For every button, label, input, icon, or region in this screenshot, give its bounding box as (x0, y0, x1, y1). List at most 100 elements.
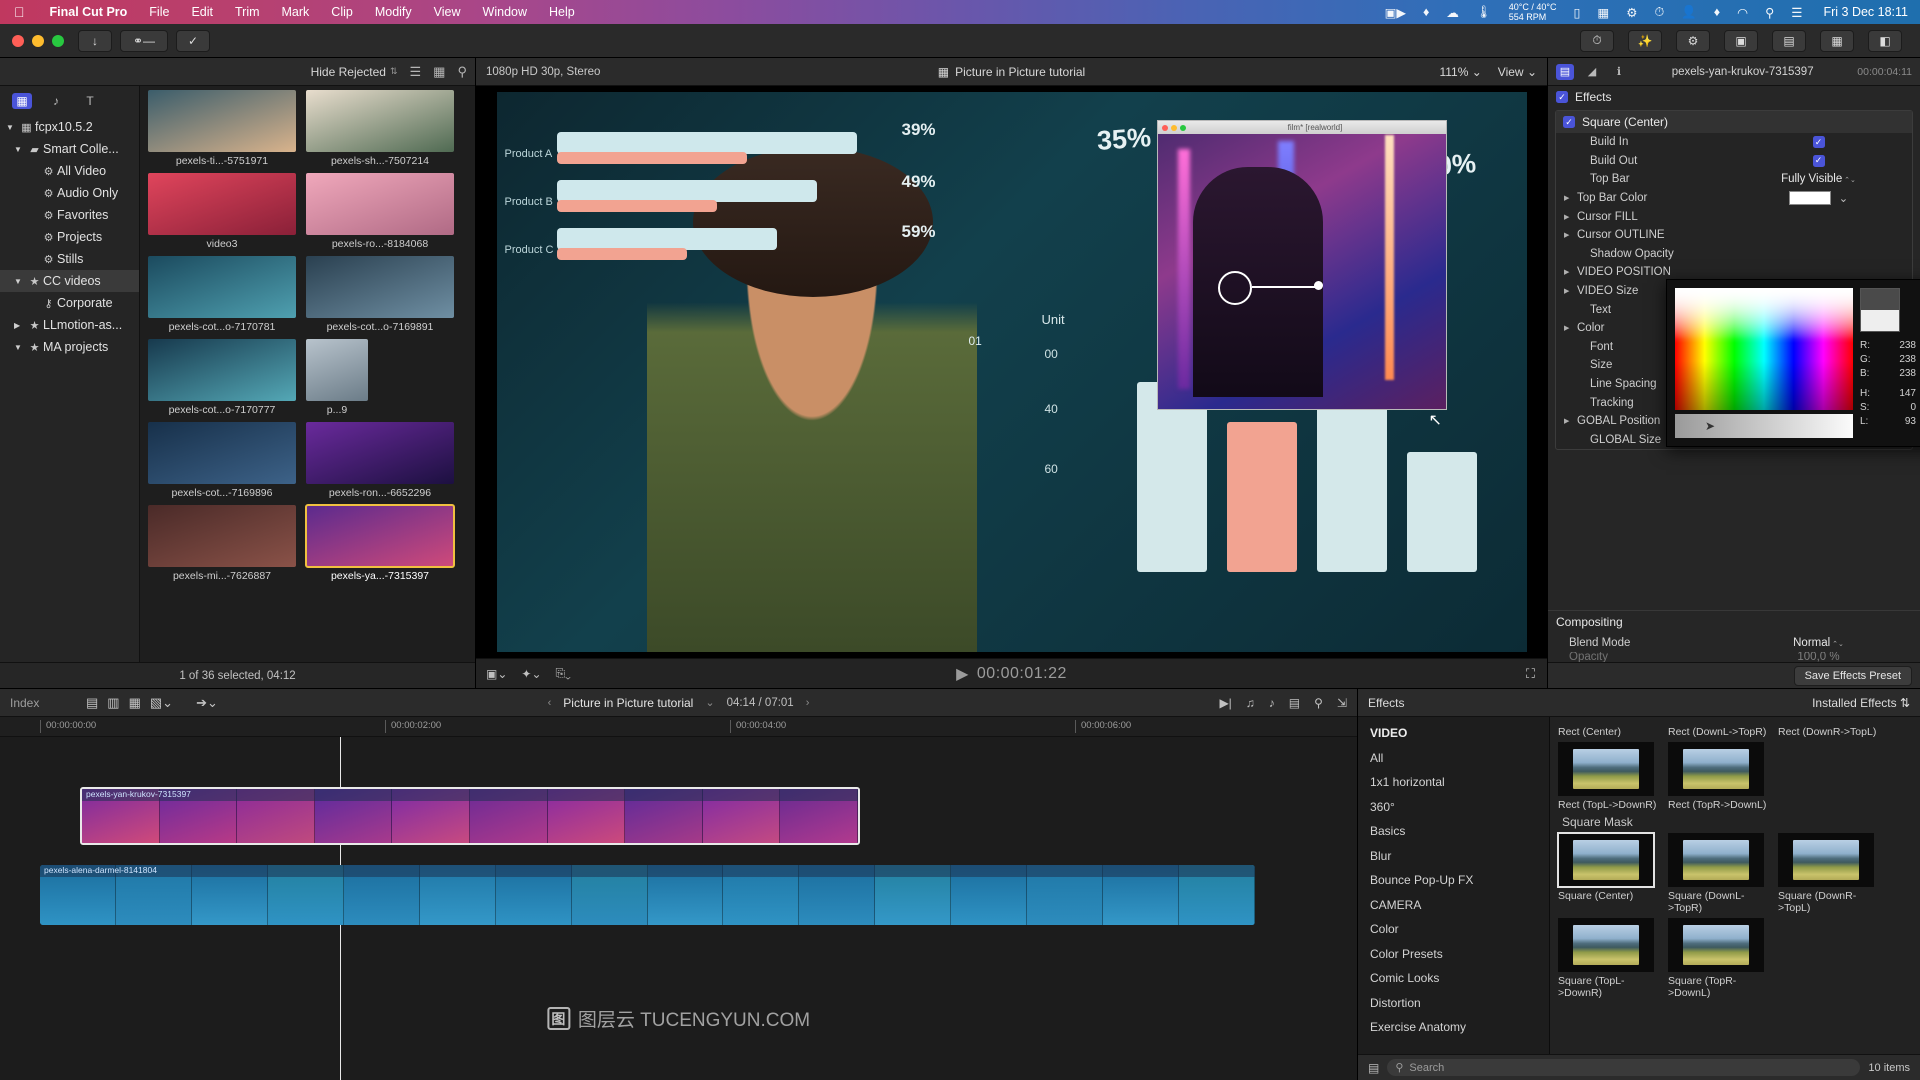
checkbox-build-out[interactable]: ✓ (1813, 155, 1825, 167)
transform-icon[interactable]: ▣⌄ (486, 667, 507, 681)
effect-item[interactable]: Square (DownR->TopL) (1778, 833, 1878, 914)
photos-audio-tab[interactable]: ♪ (46, 93, 66, 109)
clip-thumbnail[interactable] (148, 422, 296, 484)
menu-item-trim[interactable]: Trim (224, 5, 271, 19)
skimming-icon[interactable]: ▶| (1219, 696, 1231, 710)
disclosure-triangle-icon[interactable]: ▼ (14, 277, 26, 286)
param-row-cursor-outline[interactable]: ▶Cursor OUTLINE (1556, 226, 1912, 245)
sidebar-item-stills[interactable]: ⚙Stills (0, 248, 139, 270)
popup-value-top-bar[interactable]: Fully Visible (1781, 173, 1856, 185)
color-inspector-icon[interactable]: ◢ (1583, 64, 1601, 80)
effect-thumbnail[interactable] (1668, 918, 1764, 972)
apple-menu-icon[interactable]:  (0, 5, 39, 19)
screen-record-icon[interactable]: ▣▶ (1385, 5, 1406, 20)
menu-item-view[interactable]: View (423, 5, 472, 19)
sidebar-item-fcpx10-5-2[interactable]: ▼▦fcpx10.5.2 (0, 116, 139, 138)
effects-category-1x1-horizontal[interactable]: 1x1 horizontal (1358, 770, 1549, 795)
libraries-tab[interactable]: ▦ (12, 93, 32, 109)
menu-bar-icon[interactable]: ☰ (1791, 5, 1802, 20)
chevron-updown-icon[interactable]: ⇅ (390, 66, 398, 77)
param-row-build-in[interactable]: Build In✓ (1556, 133, 1912, 152)
viewer-canvas[interactable]: Product A Product B Product C 39% 49% 59… (476, 86, 1547, 658)
effects-category-exercise-anatomy[interactable]: Exercise Anatomy (1358, 1015, 1549, 1040)
hide-rejected-label[interactable]: Hide Rejected (311, 65, 386, 79)
menu-app-name[interactable]: Final Cut Pro (39, 5, 139, 19)
search-icon[interactable]: ⚲ (457, 64, 467, 80)
timeline-canvas[interactable]: pexels-yan-krukov-7315397 (0, 737, 1357, 1080)
browser-clip[interactable]: pexels-ro...-8184068 (306, 173, 454, 250)
effects-category-video[interactable]: VIDEO (1358, 721, 1549, 746)
menu-item-modify[interactable]: Modify (364, 5, 423, 19)
sidebar-item-llmotion-as[interactable]: ▶★LLmotion-as... (0, 314, 139, 336)
keyword-button[interactable]: ⚭— (120, 30, 168, 52)
effects-category-distortion[interactable]: Distortion (1358, 991, 1549, 1016)
sidebar-item-corporate[interactable]: ⚷Corporate (0, 292, 139, 314)
sidebar-item-ma-projects[interactable]: ▼★MA projects (0, 336, 139, 358)
effect-item[interactable]: Square (TopR->DownL) (1668, 918, 1768, 999)
control-center-icon[interactable]: ⚙ (1626, 5, 1637, 20)
effect-thumbnail[interactable] (1778, 833, 1874, 887)
color-picker-popover[interactable]: ➤ R: 238 (1666, 279, 1920, 447)
menu-item-help[interactable]: Help (538, 5, 586, 19)
fullscreen-icon[interactable]: ⛶ (1526, 666, 1535, 682)
browser-clip[interactable]: pexels-ya...-7315397 (306, 505, 454, 582)
audio-skimming-icon[interactable]: ♫ (1246, 696, 1255, 710)
effects-browser-button[interactable]: ▤ (1772, 30, 1806, 52)
timeline-zoom-icon[interactable]: ⚲ (1314, 696, 1323, 710)
sidebar-item-all-video[interactable]: ⚙All Video (0, 160, 139, 182)
enhance-button[interactable]: ✨ (1628, 30, 1662, 52)
color-picker-field[interactable]: ➤ (1675, 288, 1853, 438)
transitions-browser-button[interactable]: ▦ (1820, 30, 1854, 52)
blend-mode-value[interactable]: Normal (1793, 637, 1844, 649)
share-icon[interactable]: ⎘⌄ (556, 666, 571, 681)
sidebar-item-smart-colle[interactable]: ▼▰Smart Colle... (0, 138, 139, 160)
chevron-right-icon[interactable]: › (806, 697, 810, 709)
browser-clip[interactable]: pexels-ti...-5751971 (148, 90, 296, 167)
clip-thumbnail[interactable] (306, 339, 368, 401)
thermometer-icon[interactable]: 🌡 (1476, 5, 1492, 20)
disclosure-triangle-icon[interactable]: ▶ (1564, 324, 1577, 332)
effects-category-color-presets[interactable]: Color Presets (1358, 942, 1549, 967)
search-icon[interactable]: ⚲ (1765, 5, 1774, 20)
effect-thumbnail[interactable] (1668, 742, 1764, 796)
disclosure-triangle-icon[interactable]: ▼ (14, 343, 26, 352)
clip-thumbnail[interactable] (148, 90, 296, 152)
effects-category-bounce-pop-up-fx[interactable]: Bounce Pop-Up FX (1358, 868, 1549, 893)
effect-thumbnail[interactable] (1558, 742, 1654, 796)
browser-clip[interactable]: pexels-mi...-7626887 (148, 505, 296, 582)
menu-item-edit[interactable]: Edit (180, 5, 224, 19)
sidebar-item-favorites[interactable]: ⚙Favorites (0, 204, 139, 226)
clip-thumbnail[interactable] (306, 505, 454, 567)
effects-category-basics[interactable]: Basics (1358, 819, 1549, 844)
param-control-build-in[interactable]: ✓ (1725, 136, 1912, 148)
titles-generators-tab[interactable]: T (80, 93, 100, 109)
checkbox-build-in[interactable]: ✓ (1813, 136, 1825, 148)
menu-item-mark[interactable]: Mark (271, 5, 321, 19)
effect-item[interactable]: Square (Center) (1558, 833, 1658, 914)
list-view-icon[interactable]: ☰ (410, 64, 422, 80)
color-gradient-area[interactable] (1675, 288, 1853, 410)
color-swatch-top-bar-color[interactable] (1789, 191, 1831, 205)
chevron-down-icon[interactable]: ⌄ (1839, 191, 1849, 205)
sidebar-item-projects[interactable]: ⚙Projects (0, 226, 139, 248)
append-edit-icon[interactable]: ▤ (86, 695, 98, 711)
browser-clip[interactable]: pexels-cot...o-7169891 (306, 256, 454, 333)
blend-mode-row[interactable]: Blend Mode Normal (1548, 633, 1920, 652)
retime-button[interactable]: ⏱ (1580, 30, 1614, 52)
enhance-icon[interactable]: ✦⌄ (521, 667, 541, 681)
disclosure-triangle-icon[interactable]: ▶ (1564, 417, 1577, 425)
effect-enable-checkbox[interactable]: ✓ (1563, 116, 1575, 128)
browser-clip[interactable]: pexels-ron...-6652296 (306, 422, 454, 499)
effects-category-camera[interactable]: CAMERA (1358, 893, 1549, 918)
param-row-shadow-opacity[interactable]: Shadow Opacity (1556, 245, 1912, 264)
save-effects-preset-button[interactable]: Save Effects Preset (1794, 666, 1912, 686)
effect-title-row[interactable]: ✓ Square (Center) (1556, 111, 1912, 133)
pip-window[interactable]: film* [realworld] (1157, 120, 1447, 410)
effects-search-box[interactable]: ⚲ Search (1387, 1059, 1860, 1076)
browser-clip[interactable]: pexels-cot...o-7170777 (148, 339, 296, 416)
analyze-button[interactable]: ✓ (176, 30, 210, 52)
video-inspector-icon[interactable]: ▤ (1556, 64, 1574, 80)
close-window-button[interactable] (12, 35, 24, 47)
clip-thumbnail[interactable] (306, 422, 454, 484)
opacity-row[interactable]: Opacity 100,0 % (1548, 652, 1920, 662)
